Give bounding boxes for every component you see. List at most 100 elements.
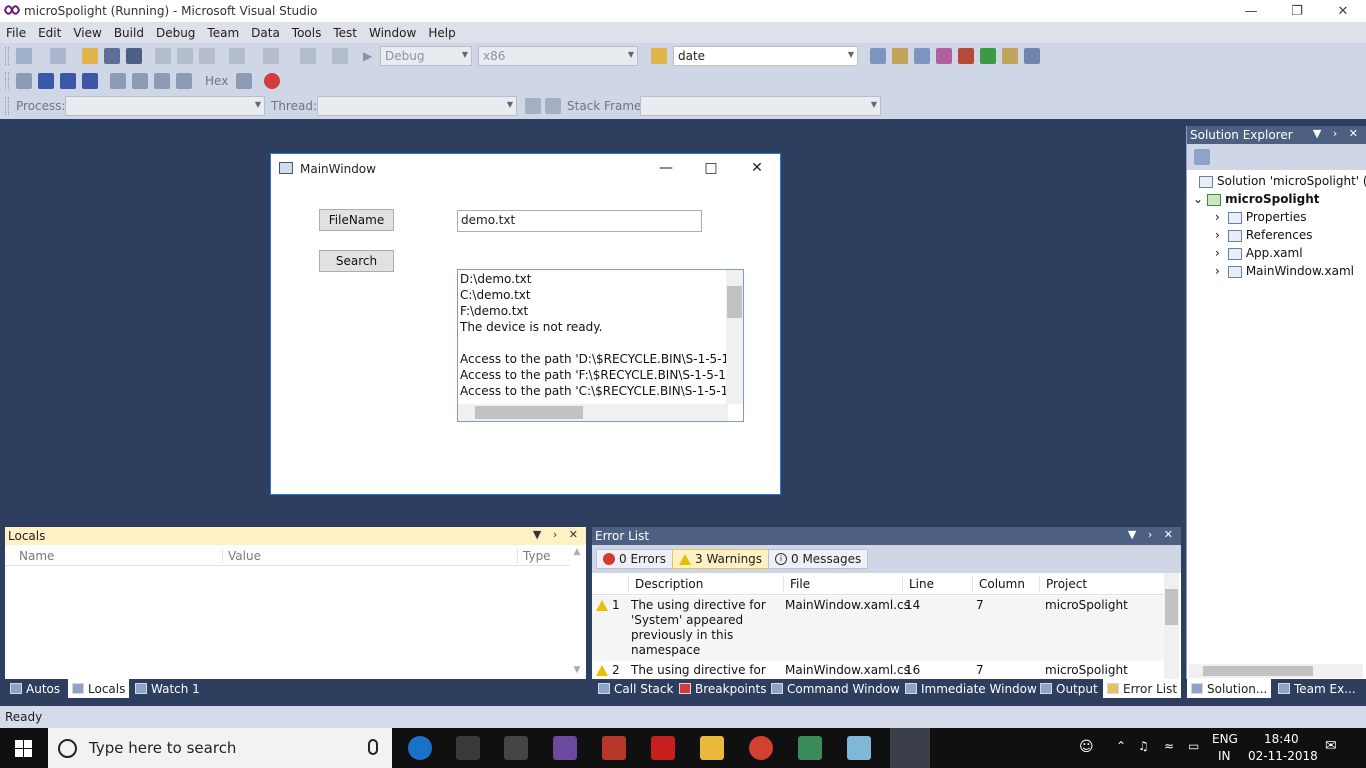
scrollbar-thumb[interactable]	[727, 286, 742, 318]
step-out-icon[interactable]	[176, 73, 192, 89]
maximize-button[interactable]: □	[696, 158, 726, 178]
close-button[interactable]: ✕	[742, 158, 772, 178]
menu-build[interactable]: Build	[108, 26, 150, 40]
language-indicator[interactable]: ENG	[1212, 732, 1238, 746]
people-icon[interactable]: ☺	[1079, 739, 1094, 755]
redo-icon[interactable]	[263, 48, 279, 64]
chevron-down-icon[interactable]: ▼	[570, 665, 584, 675]
chevron-right-icon[interactable]: ›	[1215, 246, 1220, 260]
store-icon[interactable]	[456, 736, 480, 760]
break-all-icon[interactable]	[38, 73, 54, 89]
tree-item-mainwindow-xaml[interactable]: › MainWindow.xaml	[1215, 264, 1354, 278]
column-column[interactable]: Column	[972, 577, 1025, 591]
filename-input[interactable]: demo.txt	[457, 210, 702, 232]
solution-explorer-icon[interactable]	[870, 48, 886, 64]
breakpoint-settings-icon[interactable]	[236, 73, 252, 89]
command-prompt-icon[interactable]	[504, 736, 528, 760]
menu-edit[interactable]: Edit	[32, 26, 67, 40]
tree-item-project[interactable]: ⌄ microSpolight	[1193, 192, 1320, 206]
menu-test[interactable]: Test	[327, 26, 363, 40]
add-item-icon[interactable]	[50, 48, 66, 64]
chevron-right-icon[interactable]: ›	[1215, 264, 1220, 278]
edge-icon[interactable]	[408, 736, 432, 760]
menu-tools[interactable]: Tools	[286, 26, 328, 40]
column-description[interactable]: Description	[628, 577, 703, 591]
messages-filter[interactable]: i0 Messages	[768, 549, 869, 569]
show-next-statement-icon[interactable]	[110, 73, 126, 89]
vertical-scrollbar[interactable]	[726, 270, 743, 404]
errors-filter[interactable]: 0 Errors	[596, 549, 673, 569]
toolbar-grip[interactable]	[5, 72, 9, 90]
start-debug-icon[interactable]: ▶	[363, 49, 372, 63]
file-explorer-icon[interactable]	[700, 736, 724, 760]
warnings-filter[interactable]: 3 Warnings	[672, 549, 770, 569]
stack-frame-select[interactable]: ▼	[640, 96, 881, 116]
breakpoint-icon[interactable]	[264, 73, 280, 89]
tab-output[interactable]: Output	[1036, 679, 1102, 698]
navigate-forward-icon[interactable]	[332, 48, 348, 64]
chrome-icon[interactable]	[749, 736, 773, 760]
column-type[interactable]: Type	[517, 549, 551, 563]
new-project-icon[interactable]	[16, 48, 32, 64]
app-icon[interactable]	[798, 736, 822, 760]
thread-select[interactable]: ▼	[317, 96, 517, 116]
scrollbar-thumb[interactable]	[475, 406, 583, 419]
save-all-icon[interactable]	[126, 48, 142, 64]
clock-time[interactable]: 18:40	[1264, 732, 1299, 746]
process-select[interactable]: ▼	[65, 96, 265, 116]
taskbar-search-box[interactable]: Type here to search	[48, 728, 392, 768]
tree-item-app-xaml[interactable]: › App.xaml	[1215, 246, 1303, 260]
chevron-right-icon[interactable]: ›	[1215, 228, 1220, 242]
vertical-scrollbar[interactable]: ▲ ▼	[570, 547, 584, 677]
paste-icon[interactable]	[199, 48, 215, 64]
open-file-icon[interactable]	[82, 48, 98, 64]
tab-autos[interactable]: Autos	[6, 679, 64, 698]
visual-studio-taskbar-icon[interactable]	[553, 736, 577, 760]
find-combo[interactable]: date ▼	[673, 46, 858, 66]
show-flagged-threads-icon[interactable]	[545, 98, 561, 114]
window-layout-icon[interactable]	[1024, 48, 1040, 64]
menu-window[interactable]: Window	[363, 26, 422, 40]
save-icon[interactable]	[104, 48, 120, 64]
chevron-up-icon[interactable]: ⌃	[1116, 739, 1126, 753]
tab-command-window[interactable]: Command Window	[767, 679, 904, 698]
running-app-icon[interactable]	[890, 728, 930, 768]
menu-file[interactable]: File	[0, 26, 32, 40]
find-in-files-icon[interactable]	[651, 48, 667, 64]
menu-team[interactable]: Team	[201, 26, 245, 40]
volume-icon[interactable]: ♫	[1138, 739, 1149, 753]
step-over-icon[interactable]	[154, 73, 170, 89]
app-icon[interactable]	[847, 736, 871, 760]
column-name[interactable]: Name	[19, 549, 54, 563]
chevron-right-icon[interactable]: ›	[1215, 210, 1220, 224]
column-project[interactable]: Project	[1039, 577, 1087, 591]
panel-buttons[interactable]: ▼ › ✕	[1128, 528, 1177, 541]
toolbar-grip[interactable]	[5, 47, 9, 65]
solution-platform-select[interactable]: x86 ▼	[478, 46, 638, 66]
close-button[interactable]: ✕	[1320, 0, 1366, 22]
horizontal-scrollbar[interactable]	[458, 404, 728, 421]
tab-watch-1[interactable]: Watch 1	[131, 679, 204, 698]
toolbar-grip[interactable]	[5, 97, 9, 115]
menu-help[interactable]: Help	[422, 26, 461, 40]
tree-item-references[interactable]: › References	[1215, 228, 1313, 242]
horizontal-scrollbar[interactable]	[1189, 664, 1363, 678]
tree-item-properties[interactable]: › Properties	[1215, 210, 1306, 224]
tab-immediate-window[interactable]: Immediate Window	[901, 679, 1041, 698]
column-line[interactable]: Line	[902, 577, 934, 591]
properties-icon[interactable]	[892, 48, 908, 64]
minimize-button[interactable]: —	[651, 158, 681, 178]
copy-icon[interactable]	[177, 48, 193, 64]
filename-button[interactable]: FileName	[319, 209, 394, 231]
tab-locals[interactable]: Locals	[68, 679, 130, 698]
app-icon[interactable]	[651, 736, 675, 760]
microphone-icon[interactable]	[368, 739, 378, 755]
restart-icon[interactable]	[82, 73, 98, 89]
tab-error-list[interactable]: Error List	[1103, 679, 1182, 698]
solution-configuration-select[interactable]: Debug ▼	[380, 46, 472, 66]
search-button[interactable]: Search	[319, 250, 394, 272]
results-listbox[interactable]: D:\demo.txt C:\demo.txt F:\demo.txt The …	[457, 269, 744, 422]
extensions-icon[interactable]	[1002, 48, 1018, 64]
navigate-backward-icon[interactable]	[300, 48, 316, 64]
app-icon[interactable]	[602, 736, 626, 760]
